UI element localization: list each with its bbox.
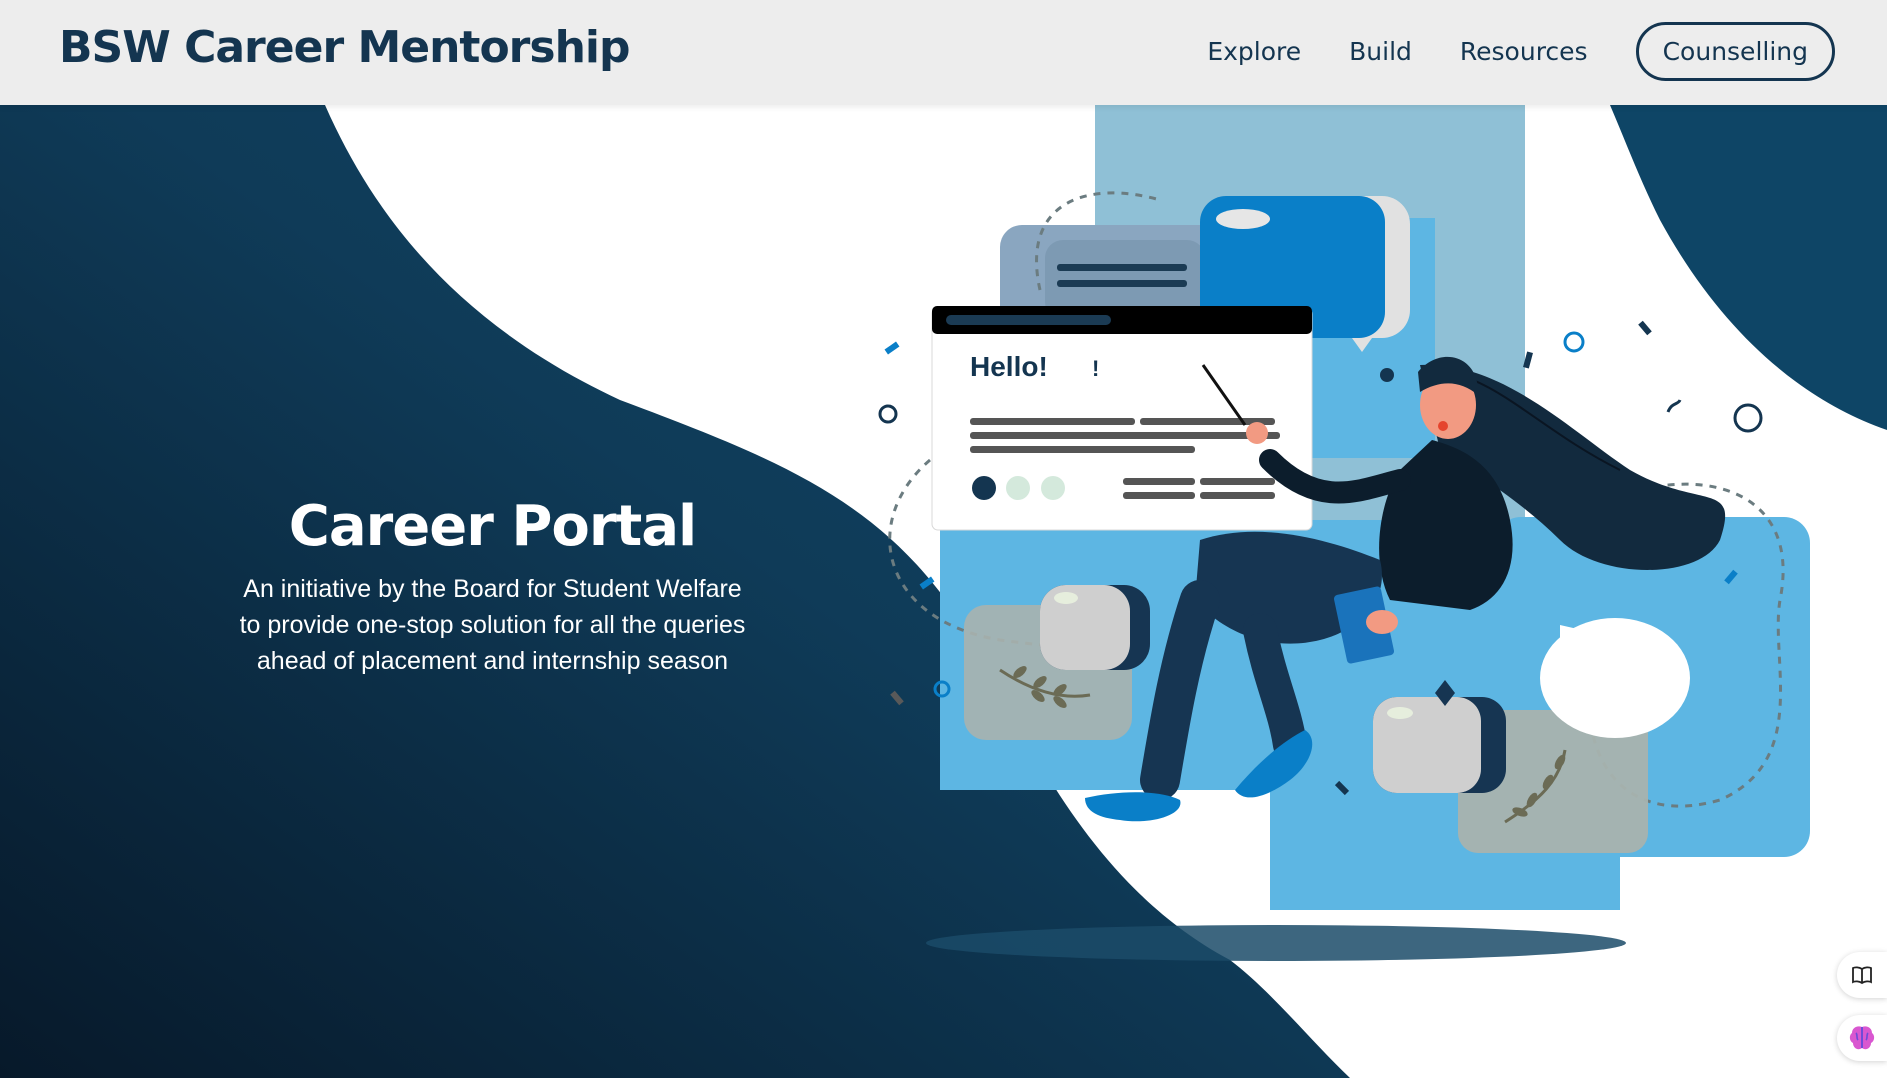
shoe-left — [1085, 792, 1181, 822]
confetti — [1563, 331, 1585, 353]
nav-resources[interactable]: Resources — [1460, 37, 1588, 66]
text-line — [970, 446, 1195, 453]
exclaim-text: ! — [1092, 356, 1099, 381]
confetti — [919, 576, 935, 590]
confetti — [1666, 399, 1682, 413]
confetti — [1380, 368, 1394, 382]
hero-subtitle: An initiative by the Board for Student W… — [185, 571, 800, 679]
browser-address-bar — [946, 315, 1111, 325]
nav-build[interactable]: Build — [1349, 37, 1412, 66]
brain-floating-button[interactable] — [1837, 1015, 1887, 1061]
brain-icon — [1849, 1026, 1875, 1050]
confetti — [1638, 320, 1652, 336]
nav-links: Explore Build Resources Counselling — [1159, 22, 1835, 81]
text-line — [1057, 280, 1187, 287]
mentor-illustration: Hello! ! — [878, 100, 1810, 961]
hero-title: Career Portal — [288, 494, 697, 559]
ground-shadow — [926, 925, 1626, 961]
hand-book — [1366, 610, 1398, 634]
text-line — [1200, 478, 1275, 485]
dot — [1006, 476, 1030, 500]
confetti — [884, 341, 900, 355]
text-line — [970, 418, 1135, 425]
hero-subtitle-line: An initiative by the Board for Student W… — [243, 575, 742, 603]
ear-dot — [1438, 421, 1448, 431]
gray-bubble — [1040, 585, 1130, 670]
dot — [972, 476, 996, 500]
hero-section: Career Portal An initiative by the Board… — [185, 494, 800, 679]
brand-title[interactable]: BSW Career Mentorship — [59, 22, 630, 73]
top-navbar: BSW Career Mentorship Explore Build Reso… — [0, 0, 1887, 105]
confetti — [890, 690, 904, 706]
confetti — [878, 404, 898, 424]
hero-subtitle-line: to provide one-stop solution for all the… — [239, 611, 746, 639]
text-line — [1123, 478, 1195, 485]
text-line — [1123, 492, 1195, 499]
text-line — [970, 432, 1280, 439]
bubble-shine — [1387, 707, 1413, 719]
text-line — [1200, 492, 1275, 499]
book-floating-button[interactable] — [1837, 952, 1887, 998]
hand — [1246, 422, 1268, 444]
counselling-button[interactable]: Counselling — [1635, 22, 1835, 81]
hero-subtitle-line: ahead of placement and internship season — [256, 647, 729, 675]
nav-explore[interactable]: Explore — [1207, 37, 1301, 66]
greeting-text: Hello! — [970, 351, 1048, 382]
confetti — [1733, 403, 1763, 433]
bubble-shine — [1054, 592, 1078, 604]
book-icon — [1852, 966, 1872, 985]
dot — [1041, 476, 1065, 500]
bubble-shine — [1216, 209, 1270, 229]
text-line — [1057, 264, 1187, 271]
